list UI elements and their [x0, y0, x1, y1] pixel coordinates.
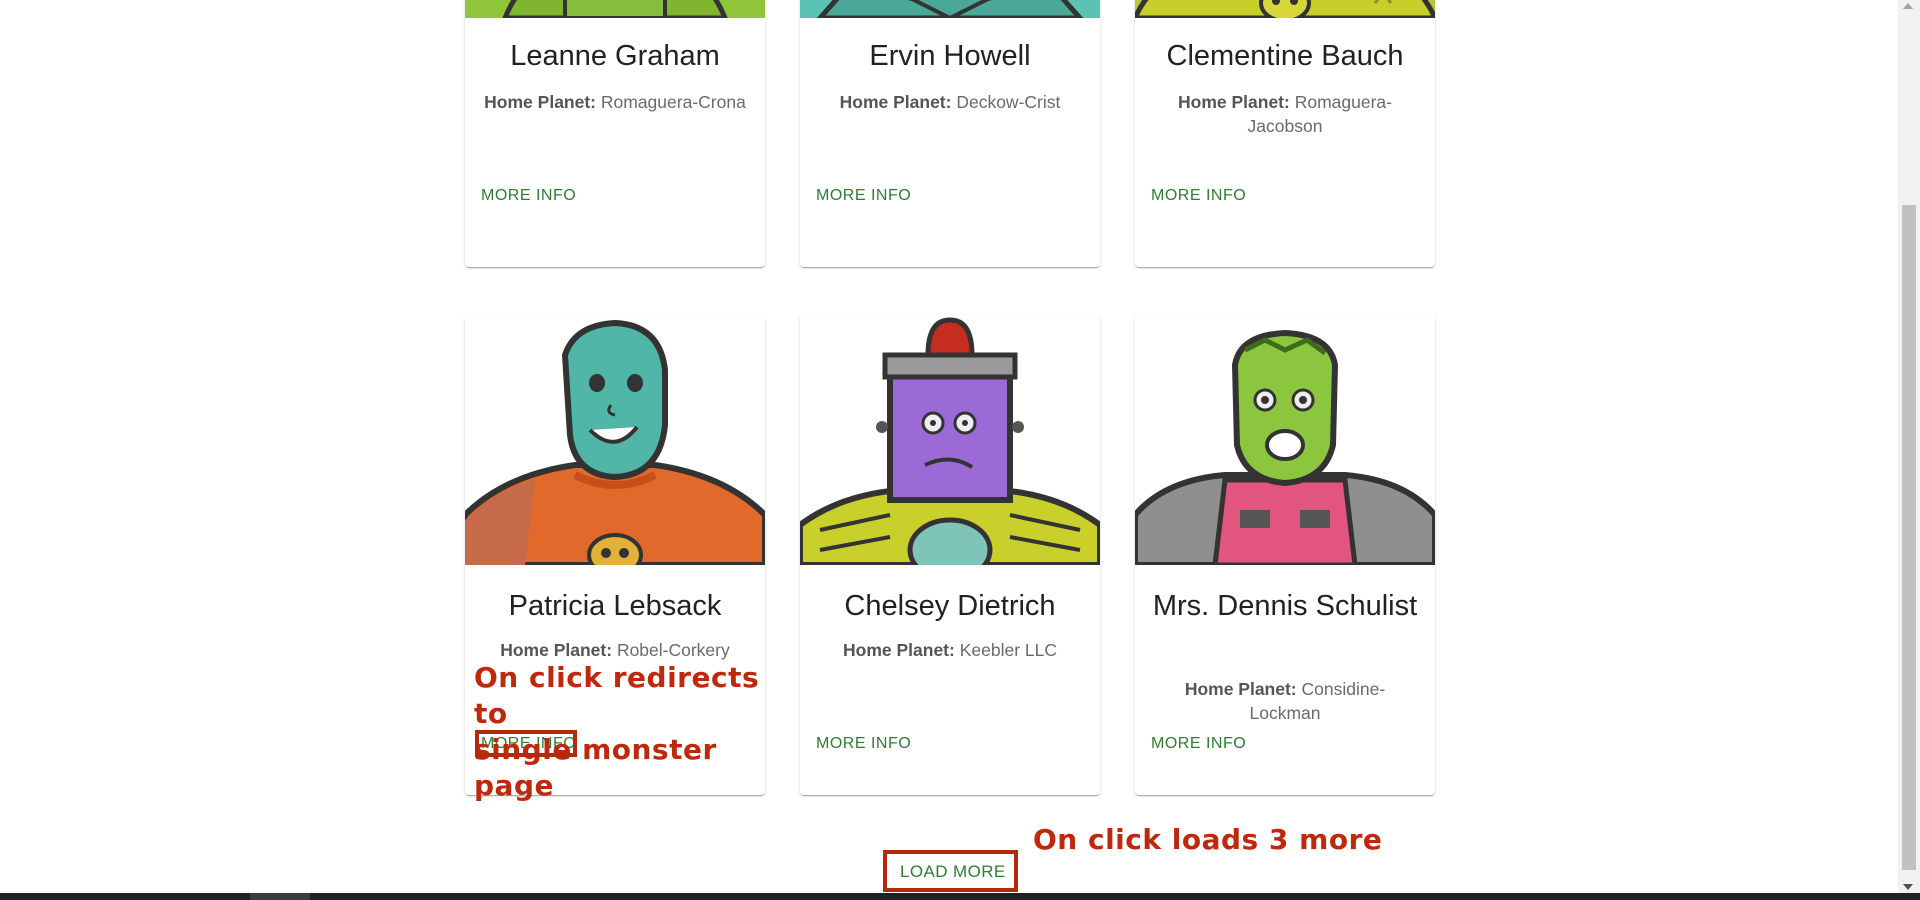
scroll-up-icon[interactable]	[1903, 3, 1913, 9]
home-planet-label: Home Planet:	[1178, 92, 1290, 112]
home-planet-label: Home Planet:	[500, 640, 613, 660]
taskbar-item[interactable]	[250, 893, 310, 900]
monster-name: Leanne Graham	[510, 40, 720, 72]
annotation-line: On click redirects to	[474, 661, 760, 730]
more-info-button[interactable]: MORE INFO	[1151, 187, 1246, 205]
home-planet-value: Romaguera-Crona	[600, 92, 746, 112]
home-planet: Home Planet: Robel-Corkery	[483, 638, 747, 662]
home-planet-value: Deckow-Crist	[956, 92, 1061, 112]
load-more-annotation: On click loads 3 more	[1033, 823, 1383, 856]
home-planet: Home Planet: Romaguera-Crona	[483, 90, 747, 114]
scrollbar[interactable]	[1898, 0, 1920, 893]
scroll-down-icon[interactable]	[1903, 884, 1913, 890]
more-info-highlight	[475, 730, 577, 757]
load-more-button[interactable]: LOAD MORE	[900, 862, 1006, 882]
home-planet-label: Home Planet:	[1184, 679, 1297, 699]
monster-image	[1135, 315, 1435, 565]
monster-card: Ervin Howell Home Planet: Deckow-Crist M…	[800, 0, 1100, 267]
home-planet: Home Planet: Deckow-Crist	[818, 90, 1082, 114]
monster-card: Chelsey Dietrich Home Planet: Keebler LL…	[800, 315, 1100, 795]
monster-card: Clementine Bauch Home Planet: Romaguera-…	[1135, 0, 1435, 267]
more-info-button[interactable]: MORE INFO	[816, 187, 911, 205]
monster-name: Ervin Howell	[869, 40, 1031, 72]
home-planet: Home Planet: Considine-Lockman	[1153, 677, 1417, 725]
monster-image	[465, 0, 765, 18]
home-planet-label: Home Planet:	[839, 92, 952, 112]
monster-name: Clementine Bauch	[1166, 40, 1404, 72]
monster-image	[1135, 0, 1435, 18]
home-planet-label: Home Planet:	[484, 92, 596, 112]
home-planet: Home Planet: Romaguera-Jacobson	[1153, 90, 1417, 138]
home-planet-value: Keebler LLC	[959, 640, 1057, 660]
taskbar	[0, 893, 1920, 900]
monster-image	[465, 315, 765, 565]
more-info-button[interactable]: MORE INFO	[481, 187, 576, 205]
monster-name: Patricia Lebsack	[508, 590, 722, 622]
monster-image	[800, 0, 1100, 18]
monster-card: Mrs. Dennis Schulist Home Planet: Consid…	[1135, 315, 1435, 795]
home-planet: Home Planet: Keebler LLC	[818, 638, 1082, 662]
home-planet-value: Robel-Corkery	[616, 640, 730, 660]
more-info-button[interactable]: MORE INFO	[816, 735, 911, 753]
home-planet-label: Home Planet:	[843, 640, 955, 660]
scroll-thumb[interactable]	[1902, 205, 1916, 870]
monster-image	[800, 315, 1100, 565]
monster-card: Leanne Graham Home Planet: Romaguera-Cro…	[465, 0, 765, 267]
monster-name: Mrs. Dennis Schulist	[1152, 590, 1418, 622]
monster-name: Chelsey Dietrich	[844, 590, 1056, 622]
more-info-button[interactable]: MORE INFO	[1151, 735, 1246, 753]
